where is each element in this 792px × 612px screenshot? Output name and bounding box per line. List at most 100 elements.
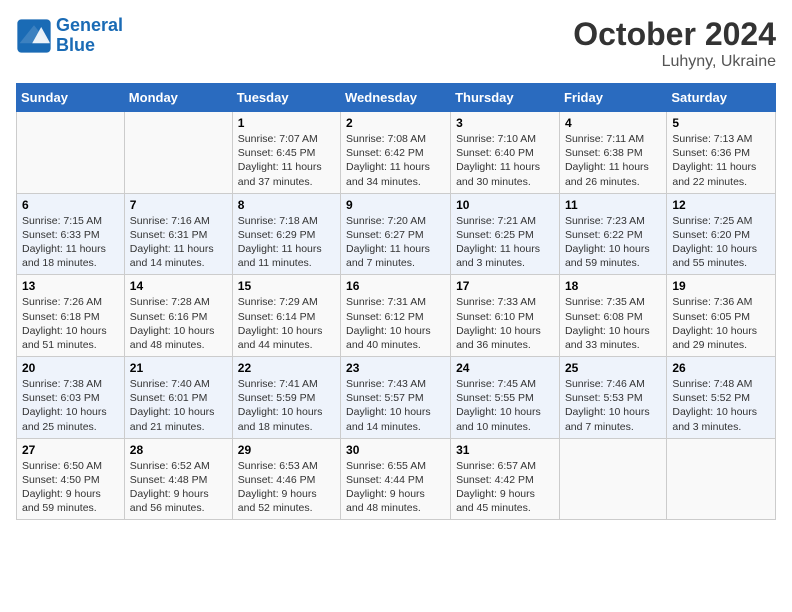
day-number: 8 bbox=[238, 198, 335, 212]
day-number: 10 bbox=[456, 198, 554, 212]
day-info: Sunrise: 7:15 AMSunset: 6:33 PMDaylight:… bbox=[22, 214, 119, 271]
day-info: Sunrise: 6:52 AMSunset: 4:48 PMDaylight:… bbox=[130, 459, 227, 516]
calendar-cell: 3 Sunrise: 7:10 AMSunset: 6:40 PMDaylight… bbox=[451, 112, 560, 194]
calendar-cell: 25 Sunrise: 7:46 AMSunset: 5:53 PMDayligh… bbox=[559, 357, 666, 439]
day-info: Sunrise: 7:33 AMSunset: 6:10 PMDaylight:… bbox=[456, 295, 554, 352]
day-info: Sunrise: 6:50 AMSunset: 4:50 PMDaylight:… bbox=[22, 459, 119, 516]
day-number: 13 bbox=[22, 279, 119, 293]
day-number: 25 bbox=[565, 361, 661, 375]
day-info: Sunrise: 7:18 AMSunset: 6:29 PMDaylight:… bbox=[238, 214, 335, 271]
day-number: 6 bbox=[22, 198, 119, 212]
day-info: Sunrise: 7:41 AMSunset: 5:59 PMDaylight:… bbox=[238, 377, 335, 434]
day-number: 27 bbox=[22, 443, 119, 457]
calendar-cell: 23 Sunrise: 7:43 AMSunset: 5:57 PMDayligh… bbox=[341, 357, 451, 439]
day-number: 12 bbox=[672, 198, 770, 212]
page-header: General Blue October 2024 Luhyny, Ukrain… bbox=[16, 16, 776, 71]
calendar-cell: 20 Sunrise: 7:38 AMSunset: 6:03 PMDayligh… bbox=[17, 357, 125, 439]
calendar-cell bbox=[124, 112, 232, 194]
calendar-cell: 10 Sunrise: 7:21 AMSunset: 6:25 PMDayligh… bbox=[451, 193, 560, 275]
calendar-cell bbox=[559, 438, 666, 520]
day-number: 20 bbox=[22, 361, 119, 375]
col-header-tuesday: Tuesday bbox=[232, 84, 340, 112]
day-number: 9 bbox=[346, 198, 445, 212]
calendar-week-row: 27 Sunrise: 6:50 AMSunset: 4:50 PMDayligh… bbox=[17, 438, 776, 520]
calendar-cell: 19 Sunrise: 7:36 AMSunset: 6:05 PMDayligh… bbox=[667, 275, 776, 357]
logo-text: General Blue bbox=[56, 16, 123, 56]
day-number: 19 bbox=[672, 279, 770, 293]
col-header-thursday: Thursday bbox=[451, 84, 560, 112]
day-info: Sunrise: 7:48 AMSunset: 5:52 PMDaylight:… bbox=[672, 377, 770, 434]
day-info: Sunrise: 7:38 AMSunset: 6:03 PMDaylight:… bbox=[22, 377, 119, 434]
day-info: Sunrise: 7:25 AMSunset: 6:20 PMDaylight:… bbox=[672, 214, 770, 271]
calendar-week-row: 1 Sunrise: 7:07 AMSunset: 6:45 PMDaylight… bbox=[17, 112, 776, 194]
day-info: Sunrise: 7:46 AMSunset: 5:53 PMDaylight:… bbox=[565, 377, 661, 434]
day-number: 18 bbox=[565, 279, 661, 293]
day-info: Sunrise: 7:40 AMSunset: 6:01 PMDaylight:… bbox=[130, 377, 227, 434]
col-header-saturday: Saturday bbox=[667, 84, 776, 112]
calendar-header-row: SundayMondayTuesdayWednesdayThursdayFrid… bbox=[17, 84, 776, 112]
calendar-cell: 14Sunrise: 7:28 AMSunset: 6:16 PMDayligh… bbox=[124, 275, 232, 357]
month-title: October 2024 bbox=[573, 16, 776, 53]
day-info: Sunrise: 7:08 AMSunset: 6:42 PMDaylight:… bbox=[346, 132, 445, 189]
day-info: Sunrise: 7:07 AMSunset: 6:45 PMDaylight:… bbox=[238, 132, 335, 189]
day-info: Sunrise: 7:45 AMSunset: 5:55 PMDaylight:… bbox=[456, 377, 554, 434]
calendar-cell: 22Sunrise: 7:41 AMSunset: 5:59 PMDayligh… bbox=[232, 357, 340, 439]
day-info: Sunrise: 7:13 AMSunset: 6:36 PMDaylight:… bbox=[672, 132, 770, 189]
day-number: 29 bbox=[238, 443, 335, 457]
calendar-week-row: 13Sunrise: 7:26 AMSunset: 6:18 PMDayligh… bbox=[17, 275, 776, 357]
calendar-cell: 18Sunrise: 7:35 AMSunset: 6:08 PMDayligh… bbox=[559, 275, 666, 357]
day-number: 14 bbox=[130, 279, 227, 293]
calendar-cell bbox=[667, 438, 776, 520]
calendar-cell: 17 Sunrise: 7:33 AMSunset: 6:10 PMDayligh… bbox=[451, 275, 560, 357]
calendar-cell: 11 Sunrise: 7:23 AMSunset: 6:22 PMDayligh… bbox=[559, 193, 666, 275]
day-info: Sunrise: 7:11 AMSunset: 6:38 PMDaylight:… bbox=[565, 132, 661, 189]
day-info: Sunrise: 7:10 AMSunset: 6:40 PMDaylight:… bbox=[456, 132, 554, 189]
day-number: 17 bbox=[456, 279, 554, 293]
day-info: Sunrise: 7:36 AMSunset: 6:05 PMDaylight:… bbox=[672, 295, 770, 352]
day-info: Sunrise: 7:23 AMSunset: 6:22 PMDaylight:… bbox=[565, 214, 661, 271]
day-number: 1 bbox=[238, 116, 335, 130]
day-info: Sunrise: 7:21 AMSunset: 6:25 PMDaylight:… bbox=[456, 214, 554, 271]
day-number: 30 bbox=[346, 443, 445, 457]
day-number: 11 bbox=[565, 198, 661, 212]
logo: General Blue bbox=[16, 16, 123, 56]
day-info: Sunrise: 6:53 AMSunset: 4:46 PMDaylight:… bbox=[238, 459, 335, 516]
calendar-cell: 6 Sunrise: 7:15 AMSunset: 6:33 PMDaylight… bbox=[17, 193, 125, 275]
subtitle: Luhyny, Ukraine bbox=[573, 53, 776, 71]
day-info: Sunrise: 7:16 AMSunset: 6:31 PMDaylight:… bbox=[130, 214, 227, 271]
calendar-cell: 7Sunrise: 7:16 AMSunset: 6:31 PMDaylight… bbox=[124, 193, 232, 275]
day-info: Sunrise: 6:57 AMSunset: 4:42 PMDaylight:… bbox=[456, 459, 554, 516]
day-number: 28 bbox=[130, 443, 227, 457]
calendar-cell: 4 Sunrise: 7:11 AMSunset: 6:38 PMDaylight… bbox=[559, 112, 666, 194]
day-number: 21 bbox=[130, 361, 227, 375]
col-header-monday: Monday bbox=[124, 84, 232, 112]
day-number: 3 bbox=[456, 116, 554, 130]
day-number: 5 bbox=[672, 116, 770, 130]
logo-icon bbox=[16, 18, 52, 54]
col-header-sunday: Sunday bbox=[17, 84, 125, 112]
calendar-table: SundayMondayTuesdayWednesdayThursdayFrid… bbox=[16, 83, 776, 520]
col-header-wednesday: Wednesday bbox=[341, 84, 451, 112]
calendar-cell: 1 Sunrise: 7:07 AMSunset: 6:45 PMDaylight… bbox=[232, 112, 340, 194]
day-info: Sunrise: 7:43 AMSunset: 5:57 PMDaylight:… bbox=[346, 377, 445, 434]
day-number: 23 bbox=[346, 361, 445, 375]
col-header-friday: Friday bbox=[559, 84, 666, 112]
day-info: Sunrise: 7:20 AMSunset: 6:27 PMDaylight:… bbox=[346, 214, 445, 271]
day-info: Sunrise: 7:31 AMSunset: 6:12 PMDaylight:… bbox=[346, 295, 445, 352]
calendar-cell: 2Sunrise: 7:08 AMSunset: 6:42 PMDaylight… bbox=[341, 112, 451, 194]
calendar-cell: 9 Sunrise: 7:20 AMSunset: 6:27 PMDaylight… bbox=[341, 193, 451, 275]
calendar-cell: 21 Sunrise: 7:40 AMSunset: 6:01 PMDayligh… bbox=[124, 357, 232, 439]
calendar-cell: 26 Sunrise: 7:48 AMSunset: 5:52 PMDayligh… bbox=[667, 357, 776, 439]
day-number: 26 bbox=[672, 361, 770, 375]
day-number: 4 bbox=[565, 116, 661, 130]
calendar-cell: 13Sunrise: 7:26 AMSunset: 6:18 PMDayligh… bbox=[17, 275, 125, 357]
calendar-cell: 16Sunrise: 7:31 AMSunset: 6:12 PMDayligh… bbox=[341, 275, 451, 357]
day-number: 31 bbox=[456, 443, 554, 457]
calendar-cell: 8 Sunrise: 7:18 AMSunset: 6:29 PMDaylight… bbox=[232, 193, 340, 275]
calendar-cell: 15Sunrise: 7:29 AMSunset: 6:14 PMDayligh… bbox=[232, 275, 340, 357]
calendar-cell: 29 Sunrise: 6:53 AMSunset: 4:46 PMDayligh… bbox=[232, 438, 340, 520]
calendar-cell: 12 Sunrise: 7:25 AMSunset: 6:20 PMDayligh… bbox=[667, 193, 776, 275]
calendar-week-row: 6 Sunrise: 7:15 AMSunset: 6:33 PMDaylight… bbox=[17, 193, 776, 275]
calendar-cell: 5 Sunrise: 7:13 AMSunset: 6:36 PMDaylight… bbox=[667, 112, 776, 194]
calendar-cell: 31 Sunrise: 6:57 AMSunset: 4:42 PMDayligh… bbox=[451, 438, 560, 520]
